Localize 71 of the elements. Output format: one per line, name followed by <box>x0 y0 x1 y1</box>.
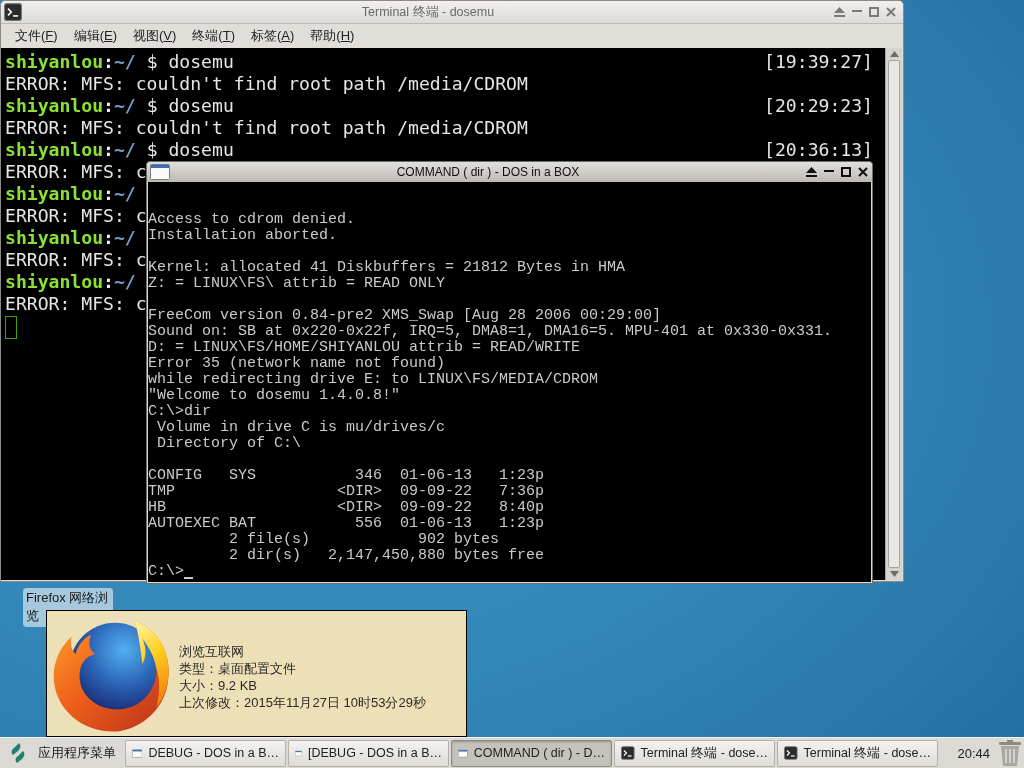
terminal-icon <box>784 746 798 760</box>
window-icon <box>132 746 143 760</box>
error-message: ERROR: MFS: c <box>5 205 147 227</box>
prompt-line: shiyanlou:~/ <box>5 271 136 293</box>
block-cursor-icon <box>5 316 17 339</box>
tooltip-text: 浏览互联网 <box>179 642 245 660</box>
scrollbar-thumb[interactable] <box>888 60 900 568</box>
tooltip-text: 大小：9.2 KB <box>179 676 259 694</box>
console-line: Sound on: SB at 0x220-0x22f, IRQ=5, DMA8=1, DMA16=5. MPU-401 at 0x330-0x331. <box>148 324 834 340</box>
trash-icon[interactable] <box>998 740 1022 766</box>
task-button[interactable]: Terminal 终端 - dose… <box>777 739 938 767</box>
console-line: D: = LINUX\FS/HOME/SHIYANLOU attrib = READ/WRITE <box>148 340 582 356</box>
menu-item[interactable]: 视图(V) <box>125 25 185 47</box>
console-line: Installation aborted. <box>148 228 339 244</box>
terminal-icon <box>621 746 635 760</box>
tooltip-text: 上次修改：2015年11月27日 10时53分29秒 <box>179 693 426 711</box>
console-line: C:\>dir <box>148 404 212 420</box>
scroll-down-icon[interactable] <box>889 571 899 577</box>
console-line: TMP <DIR> 09-09-22 7:36p <box>148 484 546 500</box>
error-message: ERROR: MFS: c <box>5 249 147 271</box>
console-line: while redirecting drive E: to LINUX\FS/MEDIA/CDROM <box>148 372 600 388</box>
menu-item[interactable]: 终端(T) <box>184 25 243 47</box>
console-line: Error 35 (network name not found) <box>148 356 447 372</box>
console-prompt: C:\> <box>148 564 184 580</box>
cursor-icon <box>184 577 193 579</box>
error-message: ERROR: MFS: c <box>5 161 147 183</box>
console-line: CONFIG SYS 346 01-06-13 1:23p <box>148 468 546 484</box>
maximize-icon[interactable] <box>841 167 851 177</box>
prompt-line: shiyanlou:~/ $ dosemu <box>5 95 234 117</box>
error-message: ERROR: MFS: couldn't find root path /media/CDROM <box>5 117 528 139</box>
menu-item[interactable]: 编辑(E) <box>65 25 125 47</box>
task-button[interactable]: DEBUG - DOS in a B… <box>125 739 286 767</box>
error-message: ERROR: MFS: couldn't find root path /media/CDROM <box>5 73 528 95</box>
console-line: Directory of C:\ <box>156 436 303 452</box>
console-line: 2 file(s) 902 bytes <box>228 532 501 548</box>
scrollbar[interactable] <box>885 48 902 580</box>
timestamp: [20:36:13] <box>764 139 873 161</box>
clock: 20:44 <box>957 745 990 761</box>
console-line: FreeCom version 0.84-pre2 XMS_Swap [Aug 28 2006 00:29:00] <box>148 308 663 324</box>
menu-item[interactable]: 文件(F) <box>7 25 66 47</box>
shade-icon[interactable] <box>806 167 817 177</box>
console-line: Kernel: allocated 41 Diskbuffers = 21812 Bytes in HMA <box>148 260 627 276</box>
close-icon[interactable] <box>858 167 868 177</box>
console-line: Access to cdrom denied. <box>148 212 357 228</box>
window-title: Terminal 终端 - dosemu <box>360 3 496 21</box>
window-icon <box>150 164 170 180</box>
window-icon <box>458 746 468 760</box>
terminal-icon <box>4 3 22 21</box>
task-button[interactable]: [DEBUG - DOS in a B… <box>288 739 449 767</box>
timestamp: [19:39:27] <box>764 51 873 73</box>
app-menu-button[interactable]: 应用程序菜单 <box>2 739 122 767</box>
console-line: "Welcome to dosemu 1.4.0.8!" <box>148 388 402 404</box>
window-title: COMMAND ( dir ) - DOS in a BOX <box>395 165 581 179</box>
console-line: HB <DIR> 09-09-22 8:40p <box>148 500 546 516</box>
prompt-line: shiyanlou:~/ $ dosemu <box>5 139 234 161</box>
prompt-line: shiyanlou:~/ <box>5 183 136 205</box>
app-menu-icon <box>11 743 25 763</box>
timestamp: [20:29:23] <box>764 95 873 117</box>
console-line: AUTOEXEC BAT 556 01-06-13 1:23p <box>148 516 546 532</box>
scroll-up-icon[interactable] <box>889 51 899 57</box>
menu-item[interactable]: 标签(A) <box>243 25 303 47</box>
console-line: Z: = LINUX\FS\ attrib = READ ONLY <box>148 276 447 292</box>
tooltip-text: 类型：桌面配置文件 <box>179 659 297 677</box>
prompt-line: shiyanlou:~/ $ dosemu <box>5 51 234 73</box>
task-button[interactable]: Terminal 终端 - dose… <box>614 739 775 767</box>
task-button[interactable]: COMMAND ( dir ) - D… <box>451 739 612 767</box>
prompt-line: shiyanlou:~/ <box>5 227 136 249</box>
menu-item[interactable]: 帮助(H) <box>302 25 363 47</box>
error-message: ERROR: MFS: c <box>5 293 147 315</box>
console-line: 2 dir(s) 2,147,450,880 bytes free <box>228 548 546 564</box>
console-line: Volume in drive C is mu/drives/c <box>156 420 447 436</box>
